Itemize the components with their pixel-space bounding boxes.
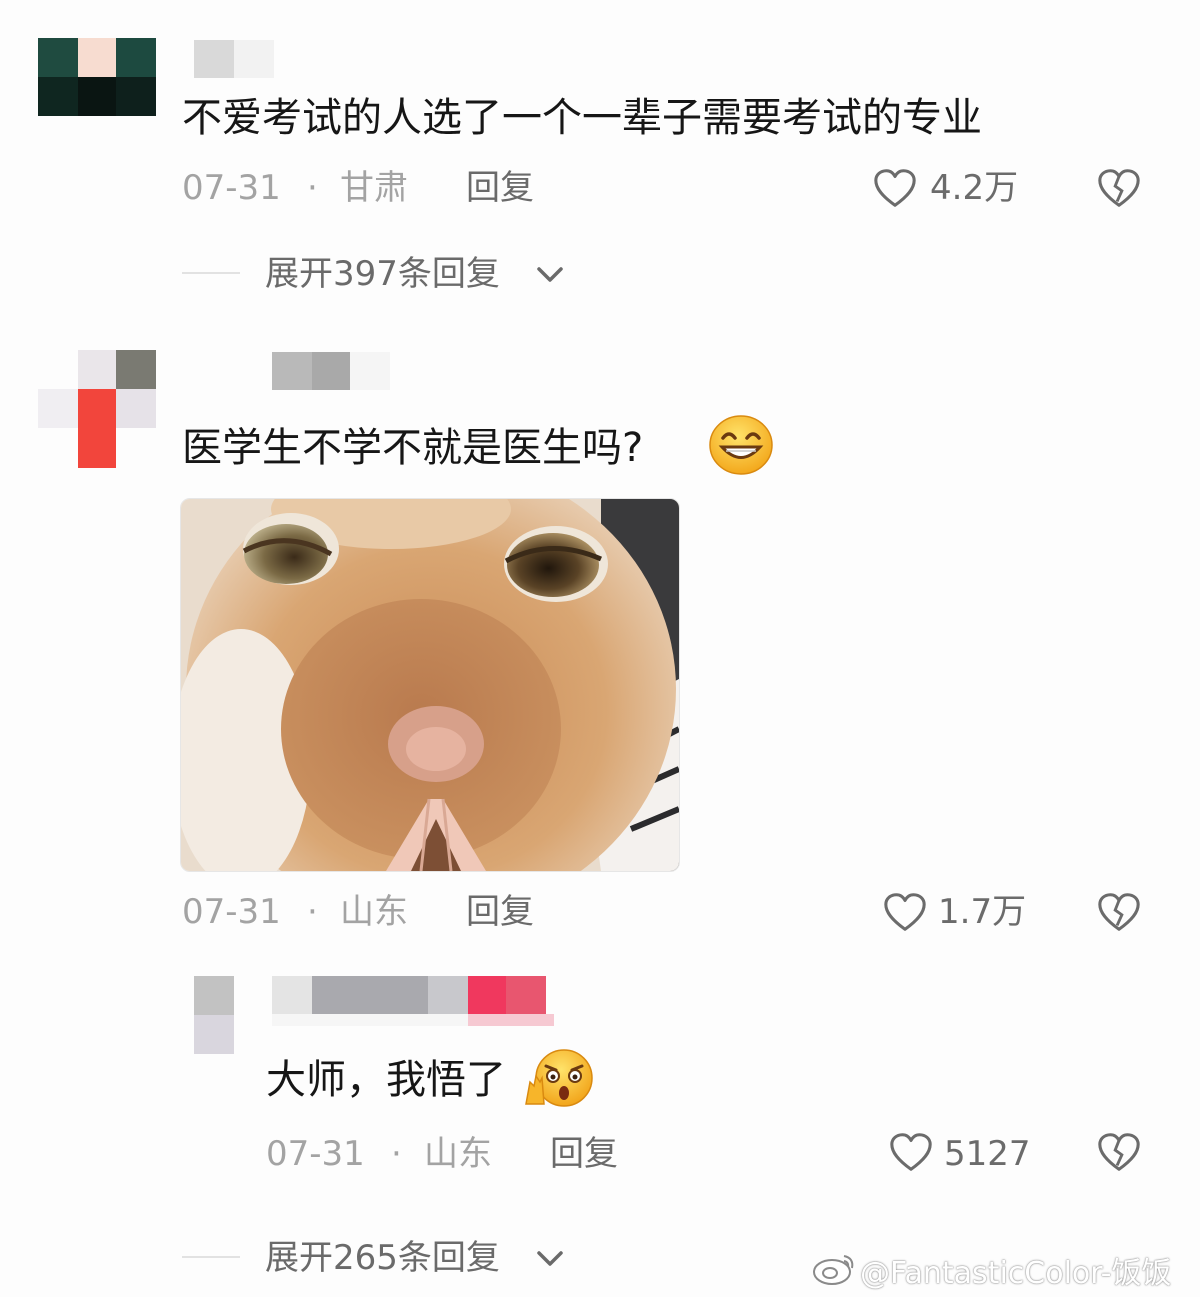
expand-replies-button[interactable]: 展开397条回复 (265, 254, 585, 298)
reply-button[interactable]: 回复 (466, 892, 534, 932)
comment-location: 山东 (424, 1134, 492, 1174)
avatar[interactable] (38, 350, 156, 468)
comment-date: 07-31 (266, 1134, 365, 1174)
chevron-down-icon (537, 1251, 563, 1266)
avatar[interactable] (38, 38, 156, 116)
like-button[interactable]: 1.7万 (880, 888, 1030, 936)
expand-replies-button[interactable]: 展开265条回复 (265, 1238, 585, 1282)
weibo-logo-icon (813, 1255, 854, 1285)
watermark-text: @FantasticColor-饭饭 (860, 1256, 1172, 1291)
cat-photo[interactable] (180, 498, 680, 872)
dislike-icon[interactable] (1096, 1130, 1142, 1174)
dislike-icon[interactable] (1096, 166, 1142, 210)
meta-separator: · (307, 168, 318, 208)
comment-date: 07-31 (182, 168, 281, 208)
heart-icon (884, 893, 926, 931)
chevron-down-icon (537, 267, 563, 282)
comment-text: 不爱考试的人选了一个一辈子需要考试的专业 (182, 95, 982, 141)
heart-icon (874, 169, 916, 207)
expand-replies-label: 展开397条回复 (265, 254, 500, 294)
expand-divider (182, 272, 240, 274)
like-count: 5127 (944, 1134, 1031, 1174)
expand-divider (182, 1256, 240, 1258)
username[interactable] (272, 352, 390, 390)
reply-button[interactable]: 回复 (466, 168, 534, 208)
like-button[interactable]: 5127 (886, 1128, 1032, 1176)
comment-location: 甘肃 (340, 168, 408, 208)
comment-text: 大师，我悟了 (266, 1057, 506, 1103)
like-count: 1.7万 (938, 892, 1027, 932)
like-button[interactable]: 4.2万 (870, 164, 1030, 212)
heart-icon (890, 1133, 932, 1171)
shocked-face-icon (525, 1049, 593, 1107)
dislike-icon[interactable] (1096, 890, 1142, 934)
comment-date: 07-31 (182, 892, 281, 932)
username[interactable] (194, 40, 274, 78)
avatar[interactable] (194, 976, 234, 1054)
expand-replies-label: 展开265条回复 (265, 1238, 500, 1278)
meta-separator: · (391, 1134, 402, 1174)
meta-separator: · (307, 892, 318, 932)
username[interactable] (272, 976, 554, 1026)
comment-location: 山东 (340, 892, 408, 932)
like-count: 4.2万 (930, 168, 1019, 208)
grinning-face-icon (709, 415, 773, 475)
comment-text: 医学生不学不就是医生吗? (182, 425, 644, 471)
reply-button[interactable]: 回复 (550, 1134, 618, 1174)
